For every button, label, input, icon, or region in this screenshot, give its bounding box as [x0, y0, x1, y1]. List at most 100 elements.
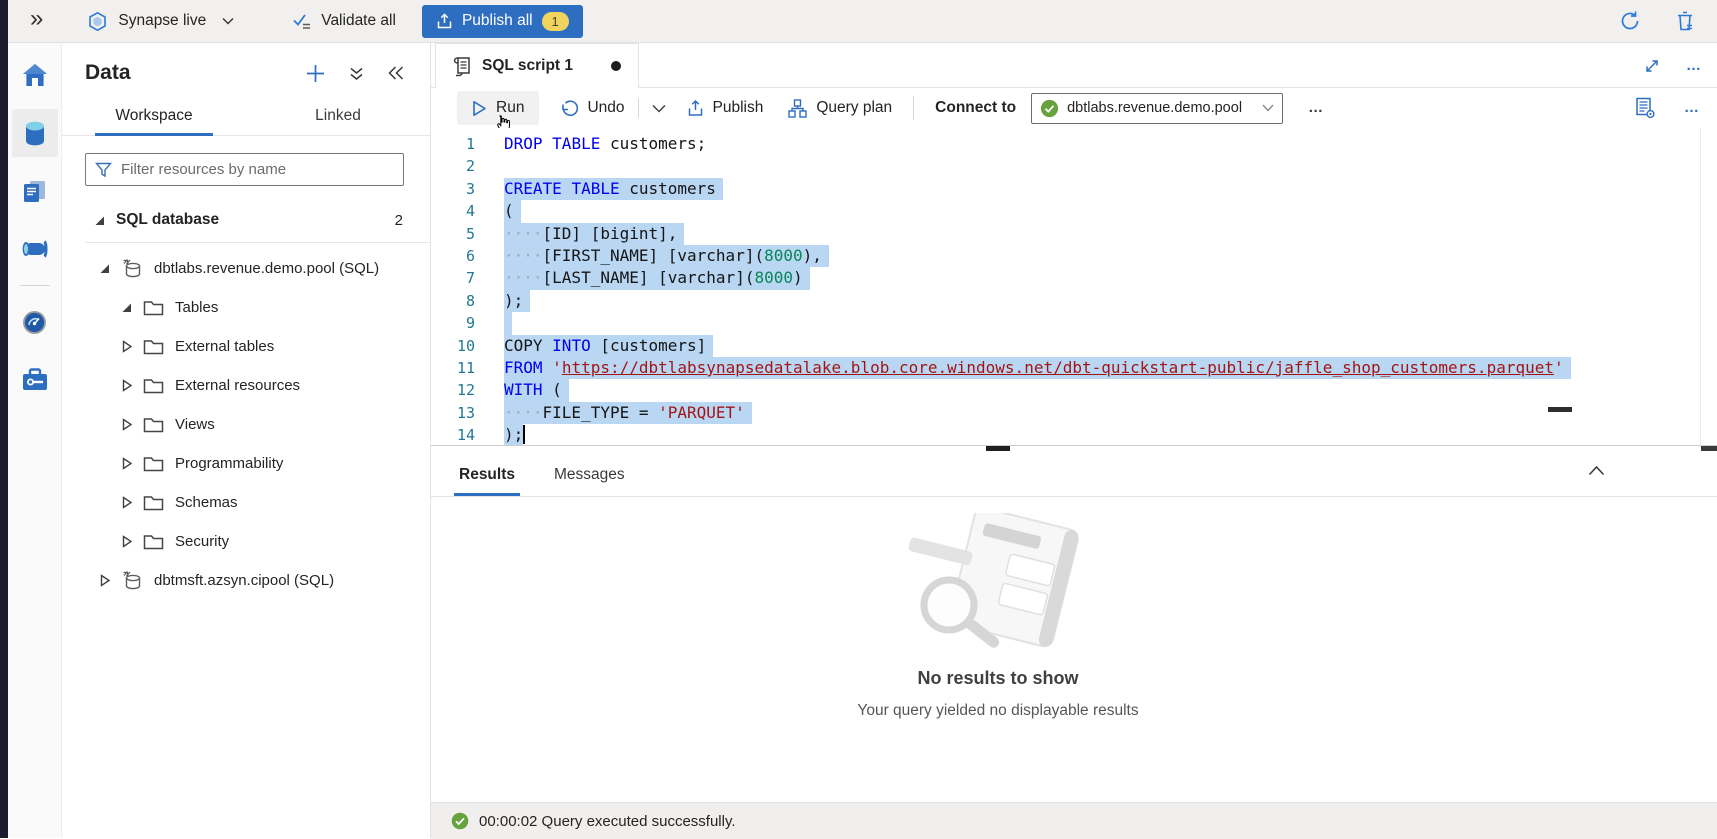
publish-button[interactable]: Publish — [687, 99, 764, 117]
line-number: 4 — [431, 200, 475, 222]
window-edge-strip — [0, 0, 8, 838]
toolbar-more-actions-icon[interactable]: … — [1308, 105, 1325, 111]
refresh-icon[interactable] — [1619, 10, 1641, 32]
tree-item-tables[interactable]: Tables — [62, 288, 430, 327]
tree-item-schemas[interactable]: Schemas — [62, 483, 430, 522]
collapse-icon[interactable] — [120, 379, 134, 393]
editor-more-actions-icon[interactable]: … — [1684, 105, 1701, 111]
expand-sidebar-icon[interactable]: » — [30, 7, 43, 31]
rail-item-manage[interactable] — [12, 356, 58, 404]
code-line-5[interactable]: 5····[ID] [bigint], — [431, 223, 1717, 245]
play-icon — [472, 100, 487, 117]
sql-database-count: 2 — [395, 212, 403, 229]
code-line-7[interactable]: 7····[LAST_NAME] [varchar](8000) — [431, 267, 1717, 289]
undo-button[interactable]: Undo — [560, 99, 624, 117]
sql-code-editor[interactable]: 1DROP TABLE customers;23CREATE TABLE cus… — [431, 128, 1717, 445]
folder-icon — [143, 377, 164, 394]
sql-pool-icon — [121, 257, 143, 280]
code-line-12[interactable]: 12WITH ( — [431, 379, 1717, 401]
code-line-4[interactable]: 4( — [431, 200, 1717, 222]
add-resource-icon[interactable] — [306, 64, 325, 83]
collapse-icon[interactable] — [120, 496, 134, 510]
publish-all-button[interactable]: Publish all 1 — [422, 5, 583, 38]
collapse-icon[interactable] — [120, 457, 134, 471]
validate-all-button[interactable]: Validate all — [292, 12, 396, 30]
code-line-14[interactable]: 14); — [431, 424, 1717, 445]
rail-item-data[interactable] — [12, 109, 58, 157]
publish-icon — [436, 13, 453, 30]
query-plan-button[interactable]: Query plan — [788, 99, 892, 118]
tree-item-external-tables[interactable]: External tables — [62, 327, 430, 366]
code-line-8[interactable]: 8); — [431, 290, 1717, 312]
actions-chevron-double-down-icon[interactable] — [349, 66, 364, 81]
expand-editor-icon[interactable] — [1644, 58, 1660, 74]
collapse-panel-icon[interactable] — [388, 66, 404, 80]
empty-results-subtitle: Your query yielded no displayable result… — [738, 702, 1258, 720]
sql-script-icon — [452, 56, 471, 77]
code-line-2[interactable]: 2 — [431, 155, 1717, 177]
undo-icon — [560, 100, 578, 117]
rail-item-monitor[interactable] — [12, 298, 58, 346]
code-line-10[interactable]: 10COPY INTO [customers] — [431, 335, 1717, 357]
editor-scrollbar-track[interactable] — [1700, 128, 1701, 445]
tab-results[interactable]: Results — [456, 466, 518, 496]
sql-pool-icon — [121, 569, 143, 592]
rail-item-develop[interactable] — [12, 167, 58, 215]
code-line-9[interactable]: 9 — [431, 312, 1717, 334]
develop-icon — [21, 178, 48, 205]
rail-item-home[interactable] — [12, 51, 58, 99]
expand-icon[interactable] — [120, 301, 134, 315]
undo-dropdown-chevron-icon[interactable] — [652, 104, 666, 113]
text-cursor — [523, 425, 525, 444]
tab-linked[interactable]: Linked — [246, 99, 430, 135]
expand-icon[interactable] — [93, 213, 107, 227]
line-number: 11 — [431, 357, 475, 379]
no-results-illustration — [885, 513, 1111, 655]
collapse-results-chevron-icon[interactable] — [1588, 465, 1605, 476]
collapse-icon[interactable] — [120, 535, 134, 549]
folder-icon — [143, 533, 164, 550]
publish-upload-icon — [687, 99, 704, 117]
tree-item-views[interactable]: Views — [62, 405, 430, 444]
scrollbar-marker[interactable] — [1548, 407, 1572, 412]
run-button[interactable]: Run — [457, 91, 539, 125]
monitor-gauge-icon — [21, 309, 48, 336]
line-number: 7 — [431, 267, 475, 289]
folder-icon — [143, 299, 164, 316]
filter-resources-input[interactable] — [121, 161, 394, 178]
tab-more-actions-icon[interactable]: … — [1686, 63, 1703, 69]
tree-item-sql-database[interactable]: SQL database 2 — [62, 202, 430, 238]
query-plan-icon — [788, 99, 807, 118]
code-line-11[interactable]: 11FROM 'https://dbtlabsynapsedatalake.bl… — [431, 357, 1717, 379]
tab-sql-script-1[interactable]: SQL script 1 — [435, 43, 639, 88]
publish-count-badge: 1 — [542, 12, 569, 31]
folder-icon — [143, 494, 164, 511]
tab-workspace[interactable]: Workspace — [62, 99, 246, 135]
code-line-3[interactable]: 3CREATE TABLE customers — [431, 178, 1717, 200]
tree-item-dbtlabs-revenue-demo-pool-sql[interactable]: dbtlabs.revenue.demo.pool (SQL) — [62, 249, 430, 288]
tree-item-security[interactable]: Security — [62, 522, 430, 561]
line-number: 3 — [431, 178, 475, 200]
tab-messages[interactable]: Messages — [551, 466, 628, 496]
tree-item-dbtmsft-azsyn-cipool-sql[interactable]: dbtmsft.azsyn.cipool (SQL) — [62, 561, 430, 600]
activity-rail — [8, 43, 62, 838]
data-explorer-panel: Data Workspace Linked SQL database — [62, 43, 430, 838]
filter-funnel-icon — [95, 162, 112, 178]
tree-item-programmability[interactable]: Programmability — [62, 444, 430, 483]
code-line-1[interactable]: 1DROP TABLE customers; — [431, 133, 1717, 155]
tree-item-external-resources[interactable]: External resources — [62, 366, 430, 405]
code-line-13[interactable]: 13····FILE_TYPE = 'PARQUET' — [431, 402, 1717, 424]
collapse-icon[interactable] — [120, 340, 134, 354]
folder-icon — [143, 416, 164, 433]
properties-icon[interactable] — [1635, 97, 1656, 119]
synapse-live-dropdown[interactable]: Synapse live — [87, 11, 234, 32]
connect-to-pool-select[interactable]: dbtlabs.revenue.demo.pool — [1031, 93, 1283, 124]
collapse-icon[interactable] — [98, 574, 112, 588]
collapse-icon[interactable] — [120, 418, 134, 432]
rail-item-integrate[interactable] — [12, 225, 58, 273]
empty-results-title: No results to show — [738, 668, 1258, 689]
discard-trash-icon[interactable] — [1675, 10, 1695, 32]
expand-icon[interactable] — [98, 262, 112, 276]
code-line-6[interactable]: 6····[FIRST_NAME] [varchar](8000), — [431, 245, 1717, 267]
resource-tree: SQL database 2 dbtlabs.revenue.demo.pool… — [62, 202, 430, 600]
